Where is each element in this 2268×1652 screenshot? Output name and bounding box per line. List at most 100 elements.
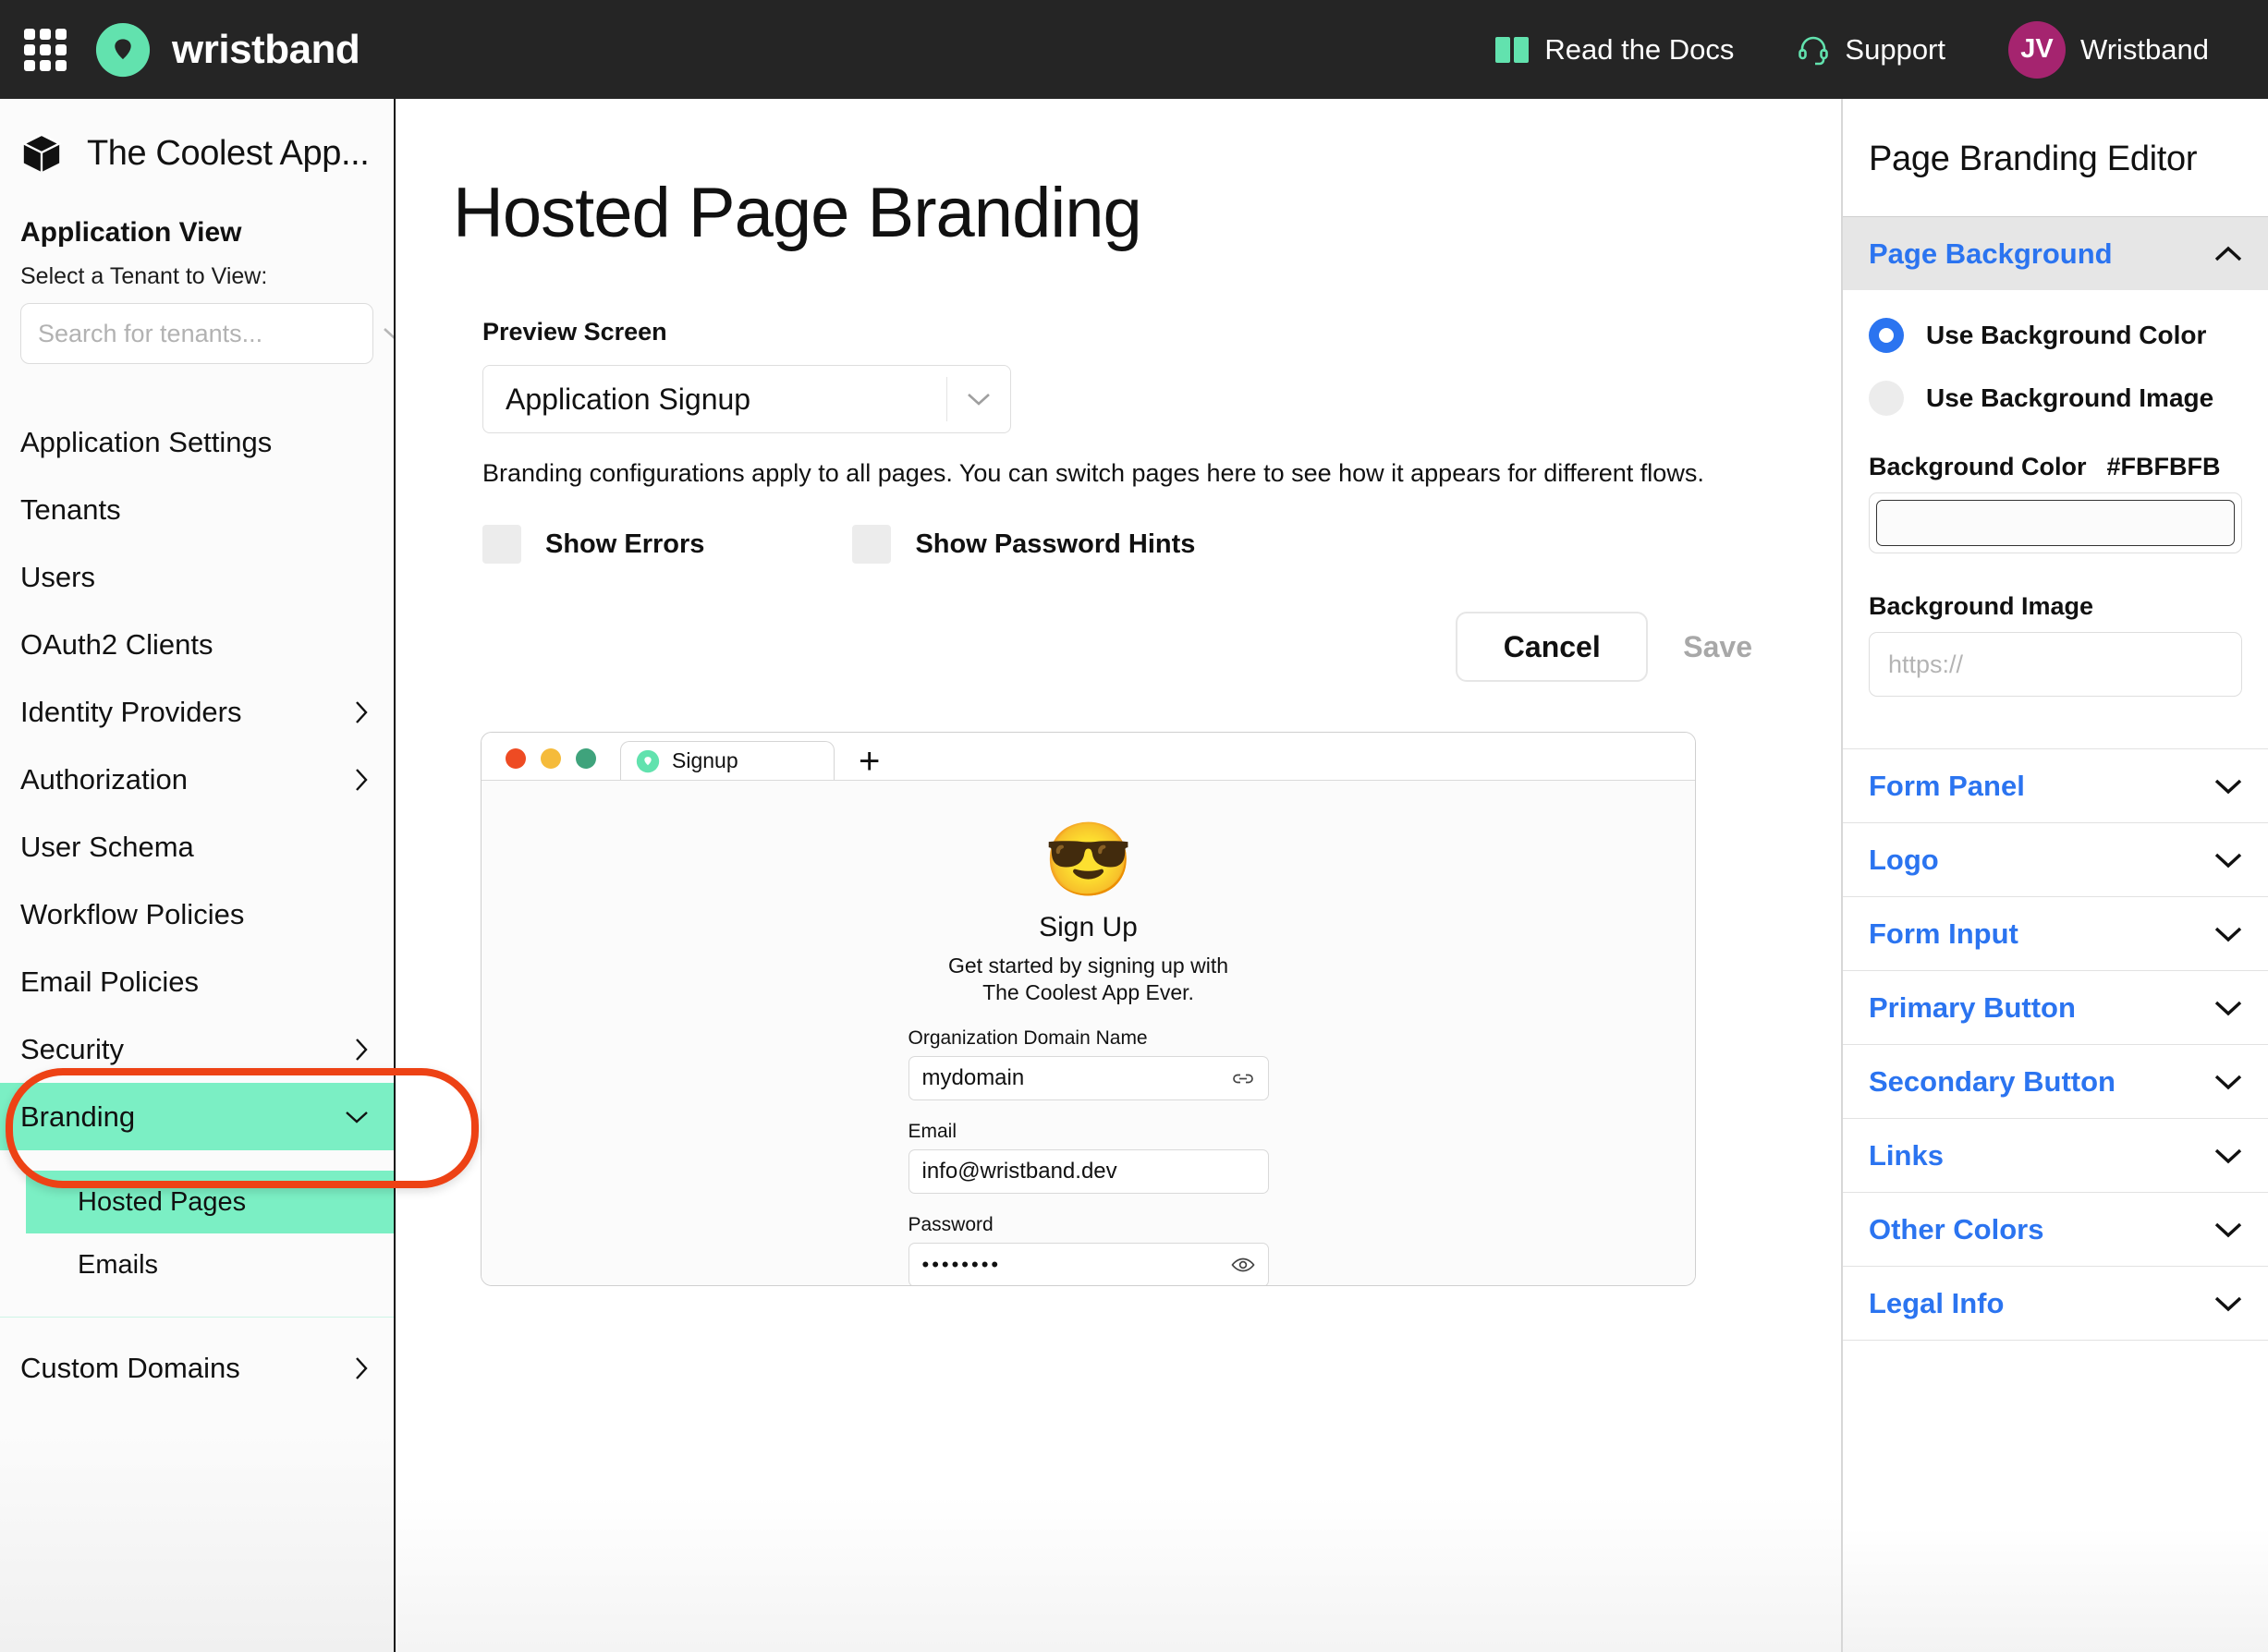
tenant-search[interactable] bbox=[20, 303, 394, 364]
background-color-row: Background Color #FBFBFB bbox=[1869, 453, 2242, 481]
page-background-settings: Use Background Color Use Background Imag… bbox=[1843, 318, 2268, 697]
accordion-logo[interactable]: Logo bbox=[1843, 822, 2268, 896]
accordion-page-background[interactable]: Page Background bbox=[1843, 216, 2268, 290]
read-the-docs-link[interactable]: Read the Docs bbox=[1463, 33, 1765, 67]
accordion-label: Form Panel bbox=[1869, 769, 2025, 802]
brand-logo[interactable]: wristband bbox=[94, 21, 360, 79]
sidebar-item-authorization[interactable]: Authorization bbox=[0, 746, 394, 813]
accordion-label: Form Input bbox=[1869, 917, 2018, 950]
favicon-icon bbox=[636, 749, 660, 773]
sidebar-item-label: Workflow Policies bbox=[20, 897, 245, 930]
preview-screen-label: Preview Screen bbox=[482, 318, 667, 346]
preview-screen-select[interactable]: Application Signup bbox=[482, 365, 1011, 433]
preview-browser-window: Signup + 😎 Sign Up Get started by signin… bbox=[481, 732, 1696, 1286]
organization-domain-input[interactable]: mydomain bbox=[908, 1055, 1269, 1100]
sidebar-item-security[interactable]: Security bbox=[0, 1015, 394, 1083]
sidebar-item-branding[interactable]: Branding bbox=[0, 1083, 394, 1150]
main-content: Hosted Page Branding Preview Screen Appl… bbox=[397, 99, 1841, 1652]
maximize-dot bbox=[576, 748, 596, 769]
sidebar-item-label: Branding bbox=[20, 1099, 136, 1133]
field-value: mydomain bbox=[921, 1064, 1025, 1090]
accordion-label: Links bbox=[1869, 1138, 1944, 1172]
support-label: Support bbox=[1845, 32, 1945, 66]
top-navigation-bar: wristband Read the Docs Support JV Wrist… bbox=[0, 0, 2268, 99]
chevron-right-icon bbox=[353, 699, 370, 725]
preview-page-body: 😎 Sign Up Get started by signing up with… bbox=[482, 781, 1695, 1285]
accordion-form-input[interactable]: Form Input bbox=[1843, 896, 2268, 970]
sidebar-item-email-policies[interactable]: Email Policies bbox=[0, 948, 394, 1015]
signup-heading: Sign Up bbox=[1039, 912, 1138, 942]
accordion-secondary-button[interactable]: Secondary Button bbox=[1843, 1044, 2268, 1118]
background-image-label: Background Image bbox=[1869, 592, 2094, 620]
tenant-select-label: Select a Tenant to View: bbox=[20, 263, 268, 289]
sidebar-item-label: Identity Providers bbox=[20, 695, 242, 728]
sidebar-item-users[interactable]: Users bbox=[0, 543, 394, 611]
book-icon bbox=[1494, 35, 1530, 65]
sidebar-item-label: Email Policies bbox=[20, 965, 199, 998]
chevron-down-icon bbox=[344, 1109, 370, 1125]
sidebar-item-oauth2-clients[interactable]: OAuth2 Clients bbox=[0, 611, 394, 678]
chevron-down-icon[interactable] bbox=[947, 391, 1010, 407]
tenant-search-input[interactable] bbox=[21, 319, 382, 348]
sidebar-item-custom-domains[interactable]: Custom Domains bbox=[0, 1334, 394, 1402]
brand-name: wristband bbox=[172, 26, 360, 72]
sidebar-item-label: OAuth2 Clients bbox=[20, 627, 213, 661]
accordion-legal-info[interactable]: Legal Info bbox=[1843, 1266, 2268, 1340]
new-tab-button[interactable]: + bbox=[859, 743, 880, 780]
sidebar-item-label: Tenants bbox=[20, 492, 121, 526]
field-label: Email bbox=[908, 1120, 957, 1142]
accordion-spacer bbox=[1843, 697, 2268, 748]
show-password-hints-option[interactable]: Show Password Hints bbox=[852, 525, 1195, 564]
sidebar-item-emails[interactable]: Emails bbox=[26, 1233, 394, 1296]
accordion-form-panel[interactable]: Form Panel bbox=[1843, 748, 2268, 822]
preview-options: Show Errors Show Password Hints bbox=[397, 488, 1841, 564]
sidebar-item-application-settings[interactable]: Application Settings bbox=[0, 408, 394, 476]
save-button[interactable]: Save bbox=[1683, 630, 1760, 664]
sidebar-item-workflow-policies[interactable]: Workflow Policies bbox=[0, 881, 394, 948]
accordion-other-colors[interactable]: Other Colors bbox=[1843, 1192, 2268, 1266]
radio-use-background-color[interactable]: Use Background Color bbox=[1869, 318, 2242, 353]
link-icon[interactable] bbox=[1231, 1068, 1255, 1088]
accordion-label: Other Colors bbox=[1869, 1212, 2044, 1245]
grid-apps-icon[interactable] bbox=[24, 28, 67, 71]
chevron-right-icon bbox=[353, 1355, 370, 1381]
radio-button-icon[interactable] bbox=[1869, 381, 1904, 416]
form-actions: Cancel Save bbox=[397, 564, 1841, 682]
sidebar-item-label: User Schema bbox=[20, 830, 194, 863]
email-input[interactable]: info@wristband.dev bbox=[908, 1148, 1269, 1194]
accordion-label: Page Background bbox=[1869, 237, 2113, 270]
support-link[interactable]: Support bbox=[1765, 33, 1977, 67]
background-image-input-wrap[interactable] bbox=[1869, 632, 2242, 697]
chevron-down-icon bbox=[2213, 999, 2244, 1017]
show-errors-checkbox[interactable] bbox=[482, 525, 521, 564]
password-input[interactable]: •••••••• bbox=[908, 1242, 1269, 1285]
show-password-hints-checkbox[interactable] bbox=[852, 525, 892, 564]
eye-icon[interactable] bbox=[1230, 1256, 1255, 1274]
chevron-down-icon[interactable] bbox=[382, 325, 394, 342]
sidebar-item-identity-providers[interactable]: Identity Providers bbox=[0, 678, 394, 746]
background-image-input[interactable] bbox=[1888, 650, 2223, 679]
accordion-links[interactable]: Links bbox=[1843, 1118, 2268, 1192]
background-color-picker[interactable] bbox=[1869, 492, 2242, 553]
cancel-button[interactable]: Cancel bbox=[1456, 612, 1649, 682]
logo-emoji-icon: 😎 bbox=[1043, 819, 1134, 900]
page-title: Hosted Page Branding bbox=[453, 174, 1142, 252]
radio-button-icon[interactable] bbox=[1869, 318, 1904, 353]
sidebar-item-label: Custom Domains bbox=[20, 1351, 240, 1384]
radio-label: Use Background Color bbox=[1926, 321, 2207, 349]
background-color-value: #FBFBFB bbox=[2106, 453, 2221, 480]
read-the-docs-label: Read the Docs bbox=[1544, 32, 1735, 66]
radio-label: Use Background Image bbox=[1926, 383, 2214, 412]
sidebar-item-tenants[interactable]: Tenants bbox=[0, 476, 394, 543]
radio-use-background-image[interactable]: Use Background Image bbox=[1869, 381, 2242, 416]
browser-tab[interactable]: Signup bbox=[620, 741, 835, 780]
field-label: Organization Domain Name bbox=[908, 1026, 1148, 1049]
sidebar-item-user-schema[interactable]: User Schema bbox=[0, 813, 394, 881]
accordion-primary-button[interactable]: Primary Button bbox=[1843, 970, 2268, 1044]
account-menu[interactable]: JV Wristband bbox=[1977, 20, 2240, 79]
window-controls bbox=[506, 748, 596, 780]
show-errors-option[interactable]: Show Errors bbox=[482, 525, 704, 564]
accordion-label: Secondary Button bbox=[1869, 1064, 2116, 1098]
sidebar-item-hosted-pages[interactable]: Hosted Pages bbox=[26, 1171, 394, 1233]
sidebar-app-header[interactable]: The Coolest App... bbox=[0, 99, 394, 175]
